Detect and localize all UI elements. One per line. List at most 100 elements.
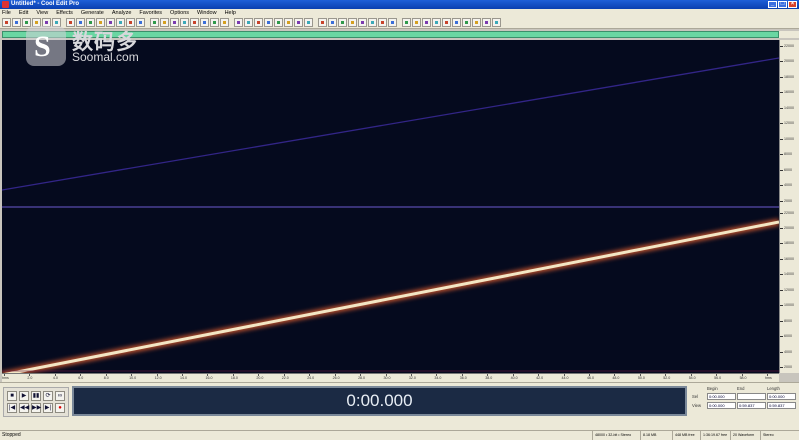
- toolbar-button-icon[interactable]: [234, 18, 243, 27]
- toolbar-button-icon[interactable]: [492, 18, 501, 27]
- fast-forward-button[interactable]: ▶▶: [31, 403, 41, 413]
- selection-time-field[interactable]: [737, 393, 766, 400]
- menu-help[interactable]: Help: [225, 10, 236, 16]
- toolbar-button-icon[interactable]: [264, 18, 273, 27]
- frequency-tick-label: 16000: [784, 256, 794, 261]
- time-tick-label: 28.0: [358, 376, 366, 380]
- frequency-tick-label: 4000: [784, 349, 792, 354]
- toolbar-button-icon[interactable]: [284, 18, 293, 27]
- window-title: Untitled* - Cool Edit Pro: [11, 1, 79, 7]
- toolbar-button-icon[interactable]: [2, 18, 11, 27]
- toolbar-glyph-icon: [297, 21, 300, 24]
- maximize-button[interactable]: □: [778, 1, 787, 8]
- toolbar-glyph-icon: [435, 21, 438, 24]
- frequency-tick: [780, 227, 783, 229]
- selection-row-label: View: [692, 403, 702, 408]
- selection-time-field[interactable]: 0:00.000: [767, 393, 796, 400]
- menu-options[interactable]: Options: [170, 10, 189, 16]
- selection-time-field[interactable]: 0:59.837: [737, 402, 766, 409]
- toolbar-button-icon[interactable]: [328, 18, 337, 27]
- toolbar-glyph-icon: [475, 21, 478, 24]
- time-ruler[interactable]: hms 2.0 4.0 6.0 8.0 10.0 12.0 14.0 16.0 18.0 20.0 2…: [2, 373, 779, 382]
- menu-edit[interactable]: Edit: [19, 10, 28, 16]
- rewind-button[interactable]: ◀◀: [19, 403, 29, 413]
- toolbar-glyph-icon: [15, 21, 18, 24]
- menu-favorites[interactable]: Favorites: [139, 10, 162, 16]
- watermark: S 数码多 Soomal.com: [26, 26, 176, 70]
- toolbar-glyph-icon: [89, 21, 92, 24]
- frequency-tick: [780, 169, 783, 171]
- toolbar-button-icon[interactable]: [12, 18, 21, 27]
- frequency-tick-label: 10000: [784, 136, 794, 141]
- frequency-tick-label: 22000: [784, 44, 794, 48]
- toolbar-glyph-icon: [25, 21, 28, 24]
- toolbar-button-icon[interactable]: [210, 18, 219, 27]
- toolbar-button-icon[interactable]: [244, 18, 253, 27]
- pause-button[interactable]: ▮▮: [31, 391, 41, 401]
- toolbar-button-icon[interactable]: [180, 18, 189, 27]
- toolbar-button-icon[interactable]: [190, 18, 199, 27]
- menu-analyze[interactable]: Analyze: [112, 10, 132, 16]
- toolbar-button-icon[interactable]: [368, 18, 377, 27]
- toolbar-glyph-icon: [405, 21, 408, 24]
- toolbar-button-icon[interactable]: [462, 18, 471, 27]
- toolbar-glyph-icon: [415, 21, 418, 24]
- play-button[interactable]: ▶: [19, 391, 29, 401]
- frequency-tick: [780, 92, 783, 94]
- minimize-button[interactable]: _: [768, 1, 777, 8]
- toolbar-glyph-icon: [277, 21, 280, 24]
- toolbar-button-icon[interactable]: [200, 18, 209, 27]
- selection-time-field[interactable]: 0:00.000: [707, 393, 736, 400]
- frequency-tick: [780, 76, 783, 78]
- app-icon[interactable]: [2, 1, 9, 8]
- play-looped-button[interactable]: ⟳: [43, 391, 53, 401]
- menu-generate[interactable]: Generate: [81, 10, 104, 16]
- toolbar-button-icon[interactable]: [338, 18, 347, 27]
- toolbar-button-icon[interactable]: [402, 18, 411, 27]
- menu-effects[interactable]: Effects: [56, 10, 73, 16]
- frequency-tick-label: 12000: [784, 287, 794, 292]
- toolbar-button-icon[interactable]: [388, 18, 397, 27]
- title-bar[interactable]: Untitled* - Cool Edit Pro _ □ ×: [0, 0, 799, 9]
- toolbar-button-icon[interactable]: [412, 18, 421, 27]
- toolbar-glyph-icon: [371, 21, 374, 24]
- toolbar-button-icon[interactable]: [304, 18, 313, 27]
- menu-file[interactable]: File: [2, 10, 11, 16]
- frequency-tick: [780, 258, 783, 260]
- go-to-end-button[interactable]: ▶|: [43, 403, 53, 413]
- menu-window[interactable]: Window: [197, 10, 217, 16]
- toolbar-button-icon[interactable]: [348, 18, 357, 27]
- toolbar-button-icon[interactable]: [274, 18, 283, 27]
- toolbar-button-icon[interactable]: [358, 18, 367, 27]
- toolbar-button-icon[interactable]: [294, 18, 303, 27]
- record-button[interactable]: ●: [55, 403, 65, 413]
- stop-button[interactable]: ■: [7, 391, 17, 401]
- spectral-view[interactable]: [2, 40, 779, 373]
- time-display: 0:00.000: [72, 386, 687, 416]
- toolbar-button-icon[interactable]: [254, 18, 263, 27]
- frequency-tick-label: 22000: [784, 210, 794, 215]
- toolbar-button-icon[interactable]: [318, 18, 327, 27]
- toolbar-button-icon[interactable]: [452, 18, 461, 27]
- time-tick-label: 2.0: [27, 376, 33, 380]
- spectrogram-canvas[interactable]: [2, 40, 779, 373]
- loop-button[interactable]: ∞: [55, 391, 65, 401]
- toolbar-button-icon[interactable]: [220, 18, 229, 27]
- toolbar-button-icon[interactable]: [482, 18, 491, 27]
- toolbar-button-icon[interactable]: [378, 18, 387, 27]
- toolbar-button-icon[interactable]: [472, 18, 481, 27]
- time-tick-label: 36.0: [459, 376, 467, 380]
- time-tick-label: 34.0: [434, 376, 442, 380]
- menu-view[interactable]: View: [36, 10, 48, 16]
- toolbar-glyph-icon: [203, 21, 206, 24]
- frequency-tick-label: 14000: [784, 272, 794, 277]
- selection-time-field[interactable]: 0:59.837: [767, 402, 796, 409]
- toolbar-button-icon[interactable]: [442, 18, 451, 27]
- selection-time-field[interactable]: 0:00.000: [707, 402, 736, 409]
- close-button[interactable]: ×: [788, 1, 797, 8]
- toolbar-separator: [230, 18, 233, 27]
- toolbar-button-icon[interactable]: [422, 18, 431, 27]
- watermark-logo: S: [26, 26, 66, 66]
- go-to-start-button[interactable]: |◀: [7, 403, 17, 413]
- toolbar-button-icon[interactable]: [432, 18, 441, 27]
